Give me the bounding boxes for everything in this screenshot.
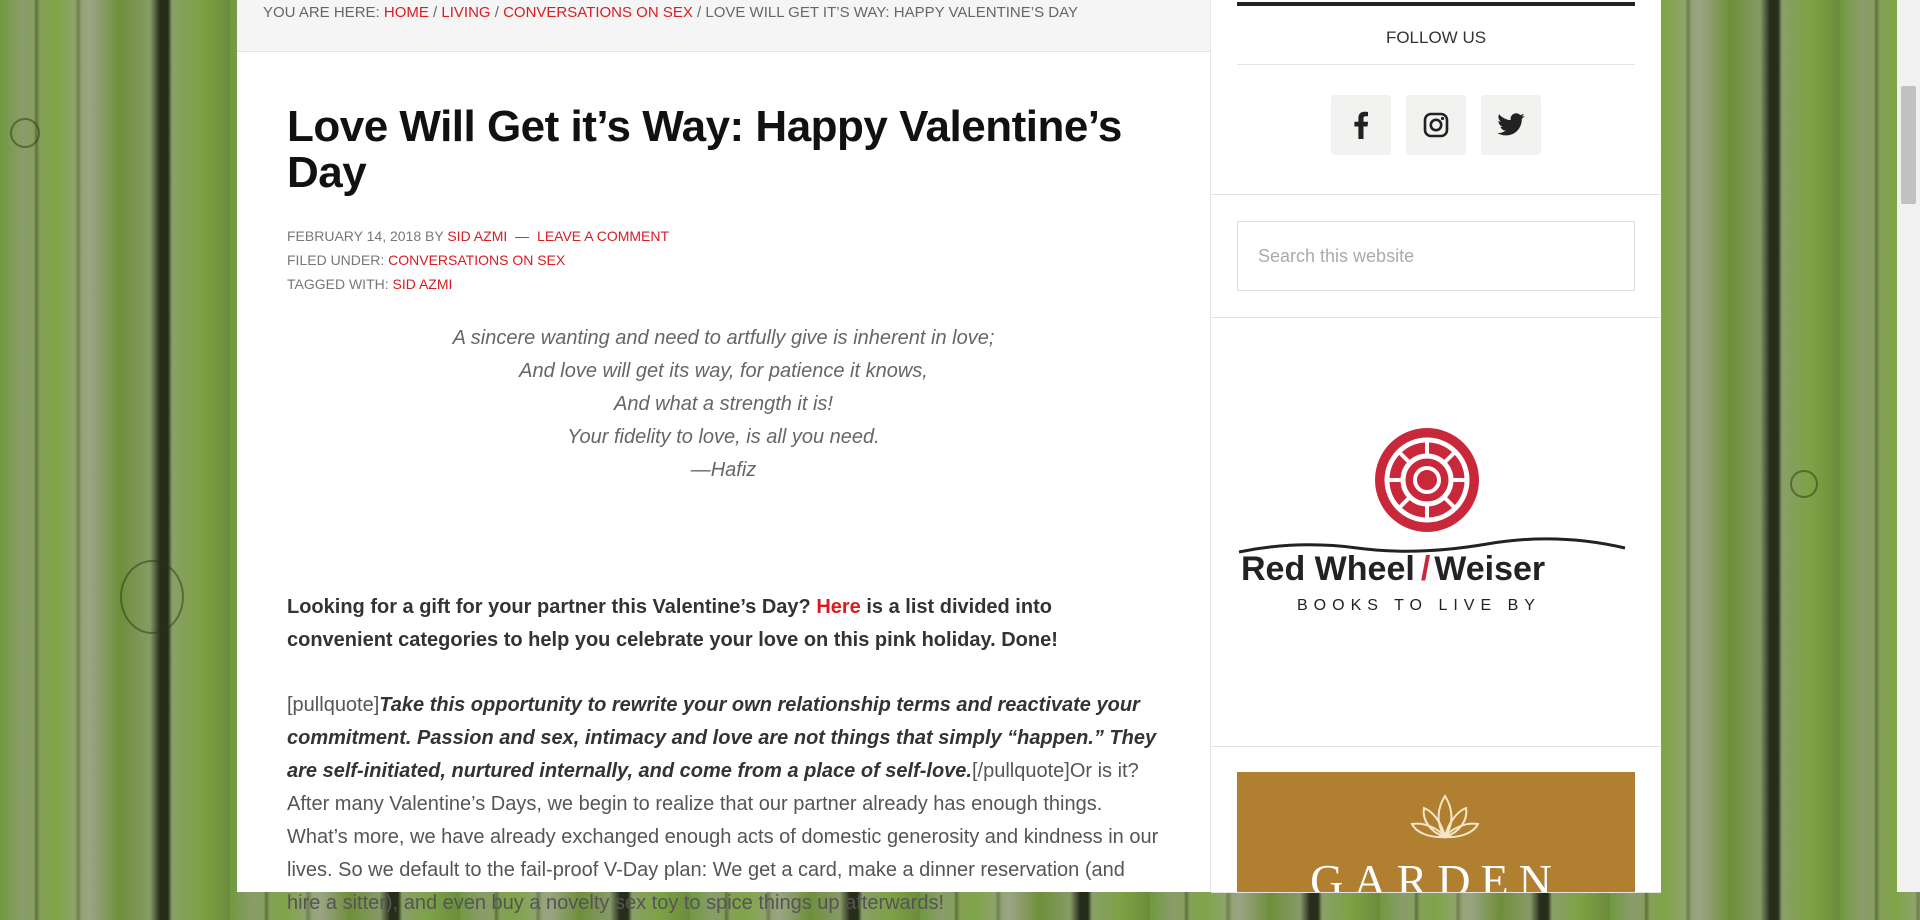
poem-line: A sincere wanting and need to artfully g… (452, 327, 995, 349)
scrollbar-thumb[interactable] (1901, 86, 1916, 204)
follow-us-widget: Follow Us (1211, 2, 1661, 195)
poem-line: And love will get its way, for patience … (519, 360, 928, 382)
filed-under-label: Filed Under: (287, 252, 385, 268)
ad-brand-slash: / (1421, 550, 1431, 588)
intro-text: Looking for a gift for your partner this… (287, 596, 817, 618)
poem-quote: A sincere wanting and need to artfully g… (287, 322, 1160, 487)
tagged-with-label: Tagged With: (287, 276, 389, 292)
page-scrollbar[interactable] (1897, 0, 1920, 892)
post-date: February 14, 2018 (287, 228, 422, 244)
twitter-icon (1497, 113, 1525, 136)
poem-line: And what a strength it is! (613, 393, 833, 415)
follow-us-title: Follow Us (1237, 2, 1635, 65)
post-tags: Tagged With: Sid Azmi (287, 272, 1160, 296)
post-byline: February 14, 2018 by Sid Azmi — Leave a … (287, 224, 1160, 248)
breadcrumb-separator: / (697, 4, 702, 21)
breadcrumb-separator: / (494, 4, 499, 21)
breadcrumb-prefix: You are here: (263, 4, 380, 21)
author-link[interactable]: Sid Azmi (447, 228, 507, 244)
breadcrumb-category-link[interactable]: Conversations on Sex (503, 4, 693, 21)
red-wheel-weiser-logo[interactable]: Red Wheel / Weiser BOOKS TO LIVE BY (1237, 428, 1627, 628)
leave-comment-link[interactable]: Leave a Comment (537, 228, 669, 244)
publisher-ad-widget: Red Wheel / Weiser BOOKS TO LIVE BY (1211, 318, 1661, 747)
social-icons (1237, 65, 1635, 194)
pullquote-open: [pullquote] (287, 694, 380, 716)
lotus-icon (1410, 794, 1480, 839)
breadcrumb-living-link[interactable]: Living (441, 4, 490, 21)
ad-tagline: BOOKS TO LIVE BY (1297, 597, 1541, 614)
wood-knot (1790, 470, 1818, 498)
wood-knot (120, 560, 184, 634)
instagram-button[interactable] (1406, 95, 1466, 155)
meta-separator: — (515, 228, 530, 244)
facebook-icon (1354, 111, 1369, 139)
main-content: You are here: Home / Living / Conversati… (237, 0, 1211, 914)
breadcrumb-current: Love Will Get it’s Way: Happy Valentine’… (705, 4, 1078, 21)
instagram-icon (1423, 112, 1449, 138)
body-text: [/pullquote]Or is it? After many Valenti… (287, 760, 1159, 914)
site-container: You are here: Home / Living / Conversati… (237, 0, 1661, 914)
post-by: by (425, 228, 444, 244)
breadcrumb-separator: / (433, 4, 438, 21)
gift-list-link[interactable]: Here (816, 596, 860, 618)
svg-text:Red Wheel/Weiser: Red Wheel / Weiser (1241, 550, 1545, 588)
search-input[interactable] (1237, 221, 1635, 291)
post-filed-under: Filed Under: Conversations on Sex (287, 248, 1160, 272)
page-title: Love Will Get it’s Way: Happy Valentine’… (287, 102, 1122, 197)
wood-knot (10, 118, 40, 148)
intro-paragraph: Looking for a gift for your partner this… (287, 591, 1160, 657)
garden-text: GARDEN (1310, 855, 1562, 892)
twitter-button[interactable] (1481, 95, 1541, 155)
ad-brand-2: Weiser (1434, 550, 1545, 588)
category-link[interactable]: Conversations on Sex (388, 252, 565, 268)
article: Love Will Get it’s Way: Happy Valentine’… (237, 104, 1210, 920)
garden-ad-widget: GARDEN (1211, 747, 1661, 893)
body-paragraph: [pullquote]Take this opportunity to rewr… (287, 689, 1160, 920)
breadcrumb-home-link[interactable]: Home (384, 4, 429, 21)
garden-banner[interactable]: GARDEN (1237, 772, 1635, 892)
poem-attribution: —Hafiz (690, 459, 757, 481)
poem-line: Your fidelity to love, is all you need. (567, 426, 880, 448)
breadcrumb: You are here: Home / Living / Conversati… (237, 0, 1210, 52)
sidebar: Follow Us (1211, 0, 1661, 893)
facebook-button[interactable] (1331, 95, 1391, 155)
ad-brand-1: Red Wheel (1241, 550, 1415, 588)
tag-link[interactable]: Sid Azmi (393, 276, 453, 292)
post-meta: February 14, 2018 by Sid Azmi — Leave a … (287, 224, 1160, 296)
search-widget (1211, 195, 1661, 318)
